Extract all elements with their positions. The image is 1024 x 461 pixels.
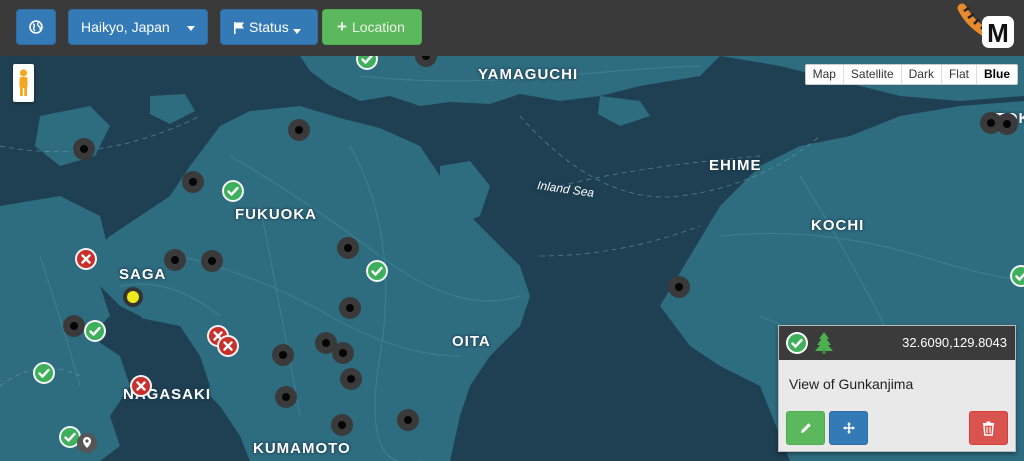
- marker-abandoned[interactable]: [63, 315, 85, 337]
- app-root: Haikyo, Japan Status + Location M YAMAGU…: [0, 0, 1024, 461]
- panel-coordinates: 32.6090,129.8043: [902, 335, 1007, 350]
- check-circle-icon: [786, 332, 808, 354]
- marker-demolished[interactable]: [73, 246, 99, 272]
- marker-abandoned[interactable]: [182, 171, 204, 193]
- marker-abandoned[interactable]: [272, 344, 294, 366]
- tree-icon: [815, 332, 833, 354]
- plus-icon: +: [337, 17, 347, 36]
- map-type-map[interactable]: Map: [805, 65, 843, 84]
- marker-abandoned[interactable]: [201, 250, 223, 272]
- marker-visited[interactable]: [354, 56, 380, 72]
- svg-text:M: M: [987, 18, 1009, 48]
- map-type-satellite[interactable]: Satellite: [842, 65, 901, 84]
- marker-abandoned[interactable]: [337, 237, 359, 259]
- map-type-blue[interactable]: Blue: [975, 65, 1017, 84]
- status-dropdown[interactable]: Status: [220, 9, 318, 45]
- panel-title: View of Gunkanjima: [789, 376, 914, 392]
- marker-abandoned[interactable]: [668, 276, 690, 298]
- pegman-icon: [19, 69, 28, 96]
- marker-visited[interactable]: [31, 360, 57, 386]
- marker-abandoned[interactable]: [996, 113, 1018, 135]
- status-label: Status: [249, 19, 289, 35]
- marker-abandoned[interactable]: [415, 56, 437, 67]
- marker-demolished[interactable]: [215, 333, 241, 359]
- marker-visited[interactable]: [364, 258, 390, 284]
- marker-demolished[interactable]: [128, 373, 154, 399]
- marker-abandoned[interactable]: [331, 414, 353, 436]
- marker-abandoned[interactable]: [339, 297, 361, 319]
- location-select-label: Haikyo, Japan: [81, 19, 170, 35]
- delete-button[interactable]: [969, 411, 1008, 445]
- panel-header: 32.6090,129.8043: [779, 326, 1015, 360]
- marker-abandoned[interactable]: [397, 409, 419, 431]
- map-pin-icon[interactable]: [77, 433, 97, 453]
- map-type-flat[interactable]: Flat: [940, 65, 976, 84]
- chevron-down-icon: [187, 26, 195, 31]
- map-type-control: Map Satellite Dark Flat Blue: [804, 64, 1018, 85]
- marker-abandoned[interactable]: [275, 386, 297, 408]
- street-view-pegman[interactable]: [13, 64, 34, 102]
- globe-button[interactable]: [16, 9, 56, 45]
- location-select[interactable]: Haikyo, Japan: [68, 9, 208, 45]
- marker-abandoned[interactable]: [332, 342, 354, 364]
- marker-abandoned[interactable]: [73, 138, 95, 160]
- marker-visited[interactable]: [220, 178, 246, 204]
- location-info-panel: 32.6090,129.8043 View of Gunkanjima: [778, 325, 1016, 452]
- map-type-dark[interactable]: Dark: [900, 65, 941, 84]
- add-location-label: Location: [351, 19, 405, 35]
- chevron-down-icon: [292, 28, 301, 34]
- pencil-icon: [800, 423, 811, 433]
- marker-selected[interactable]: [123, 287, 143, 307]
- marker-visited[interactable]: [82, 318, 108, 344]
- flag-icon: [234, 21, 244, 34]
- add-location-button[interactable]: + Location: [322, 9, 422, 45]
- move-button[interactable]: [829, 411, 868, 445]
- move-arrows-icon: [842, 422, 855, 434]
- globe-icon: [29, 20, 43, 34]
- top-toolbar: Haikyo, Japan Status + Location M: [0, 0, 1024, 56]
- marker-abandoned[interactable]: [340, 368, 362, 390]
- edit-button[interactable]: [786, 411, 825, 445]
- app-logo[interactable]: M: [952, 2, 1018, 52]
- trash-icon: [983, 421, 994, 436]
- marker-abandoned[interactable]: [288, 119, 310, 141]
- marker-visited[interactable]: [1008, 263, 1024, 289]
- marker-abandoned[interactable]: [164, 249, 186, 271]
